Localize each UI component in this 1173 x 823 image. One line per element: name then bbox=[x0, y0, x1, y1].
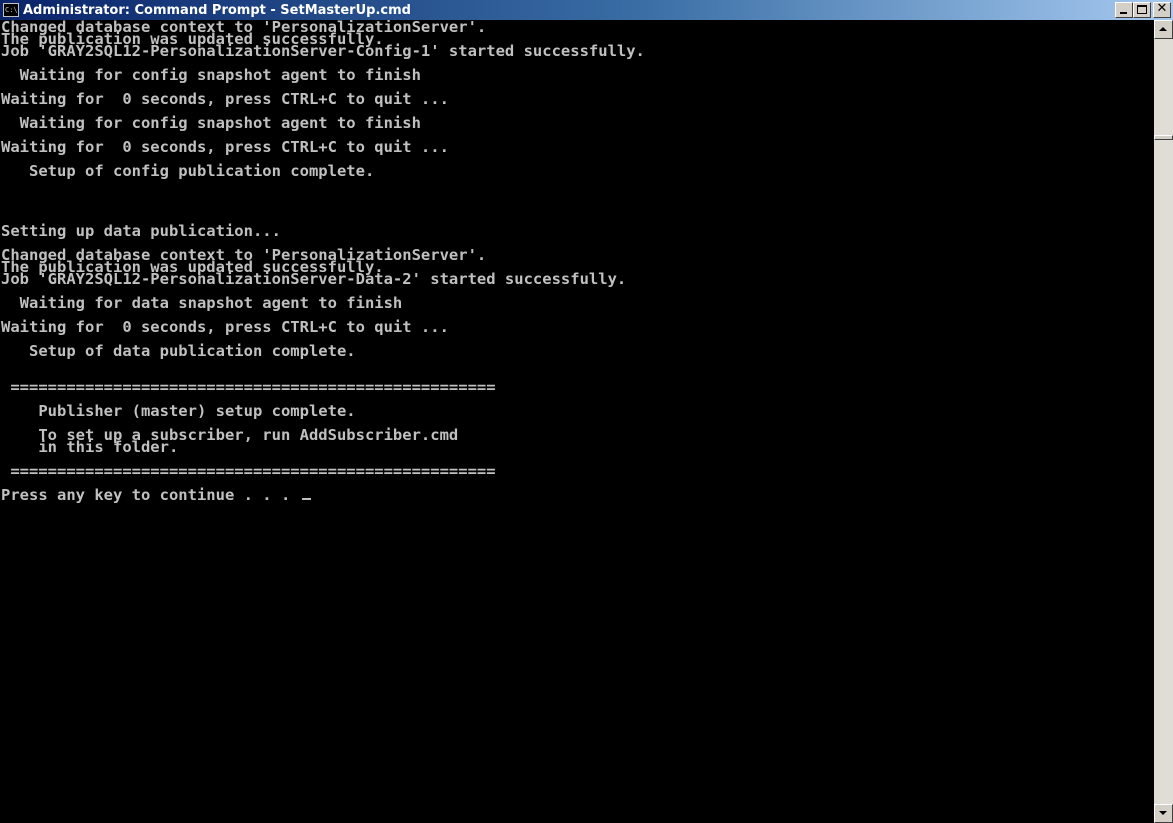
scroll-up-button[interactable] bbox=[1154, 20, 1173, 39]
console-line: Job 'GRAY2SQL12-PersonalizationServer-Da… bbox=[1, 270, 627, 288]
console-lines: Changed database context to 'Personaliza… bbox=[1, 20, 645, 504]
scroll-up-arrow-icon bbox=[1159, 27, 1167, 31]
console-line: ========================================… bbox=[1, 378, 496, 396]
console-line: Waiting for 0 seconds, press CTRL+C to q… bbox=[1, 90, 449, 108]
scrollbar-thumb[interactable] bbox=[1154, 135, 1173, 140]
console-line: Waiting for 0 seconds, press CTRL+C to q… bbox=[1, 318, 449, 336]
console-output-area[interactable]: Changed database context to 'Personaliza… bbox=[0, 20, 1154, 823]
title-bar-buttons: ✕ bbox=[1115, 1, 1171, 18]
scroll-down-button[interactable] bbox=[1154, 804, 1173, 823]
command-prompt-window: C:\ Administrator: Command Prompt - SetM… bbox=[0, 0, 1173, 823]
maximize-icon bbox=[1137, 5, 1147, 14]
console-text: Changed database context to 'Personaliza… bbox=[0, 20, 1154, 504]
title-bar[interactable]: C:\ Administrator: Command Prompt - SetM… bbox=[0, 0, 1173, 20]
console-line: Job 'GRAY2SQL12-PersonalizationServer-Co… bbox=[1, 42, 645, 60]
console-line: Waiting for 0 seconds, press CTRL+C to q… bbox=[1, 138, 449, 156]
console-line: Press any key to continue . . . bbox=[1, 486, 300, 504]
console-line: Setup of config publication complete. bbox=[1, 162, 375, 180]
console-line: ========================================… bbox=[1, 462, 496, 480]
close-icon: ✕ bbox=[1156, 1, 1168, 16]
console-line: Publisher (master) setup complete. bbox=[1, 402, 356, 420]
text-cursor bbox=[301, 498, 311, 500]
console-line: Waiting for config snapshot agent to fin… bbox=[1, 66, 421, 84]
console-line: in this folder. bbox=[1, 438, 179, 456]
close-button[interactable]: ✕ bbox=[1153, 1, 1171, 18]
vertical-scrollbar[interactable] bbox=[1154, 20, 1173, 823]
console-line: Waiting for config snapshot agent to fin… bbox=[1, 114, 421, 132]
scroll-down-arrow-icon bbox=[1159, 811, 1167, 815]
console-line: Setting up data publication... bbox=[1, 222, 281, 240]
minimize-icon bbox=[1120, 12, 1127, 14]
minimize-button[interactable] bbox=[1115, 2, 1133, 18]
window-title: Administrator: Command Prompt - SetMaste… bbox=[23, 2, 411, 18]
console-line: Waiting for data snapshot agent to finis… bbox=[1, 294, 403, 312]
console-line: Setup of data publication complete. bbox=[1, 342, 356, 360]
maximize-button[interactable] bbox=[1133, 2, 1151, 18]
cmd-icon[interactable]: C:\ bbox=[3, 3, 19, 17]
